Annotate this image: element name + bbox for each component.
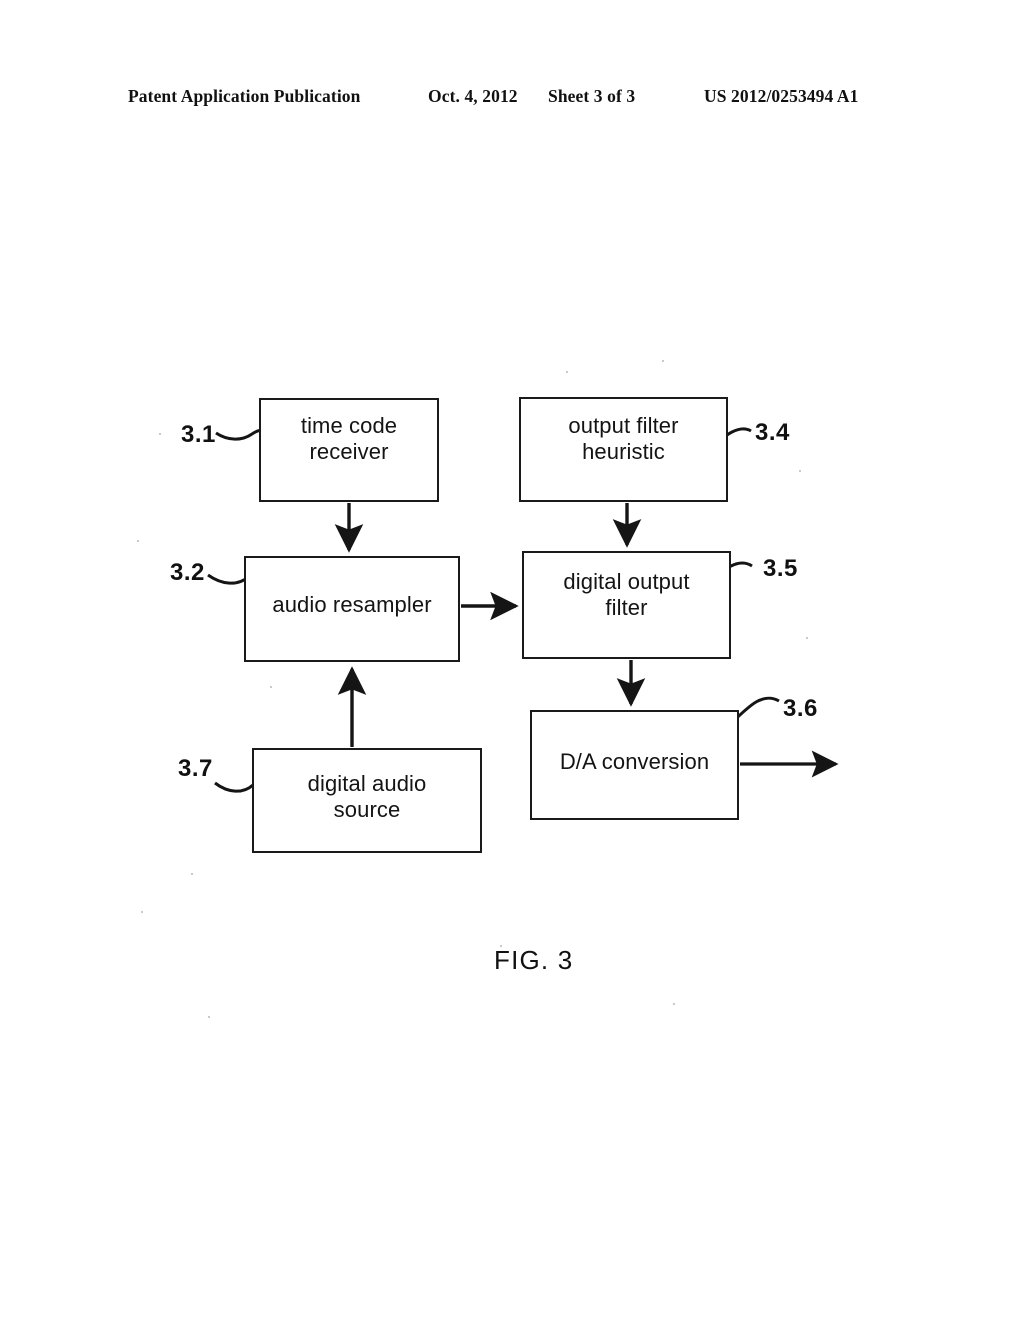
block-label-3-4: output filter heuristic bbox=[568, 412, 679, 464]
block-label-3-5: digital output filter bbox=[563, 569, 690, 620]
scan-speck bbox=[566, 371, 568, 373]
reference-number-3-7: 3.7 bbox=[178, 755, 213, 782]
block-label-3-2: audio resampler bbox=[272, 592, 432, 618]
reference-number-3-4: 3.4 bbox=[755, 419, 790, 446]
scan-speck bbox=[159, 433, 161, 435]
scan-speck bbox=[208, 1016, 210, 1018]
scan-speck bbox=[191, 873, 193, 875]
connector-lines bbox=[207, 412, 839, 800]
scan-speck bbox=[500, 945, 502, 947]
scan-speck bbox=[270, 686, 272, 688]
block-label-3-6: D/A conversion bbox=[559, 749, 710, 775]
reference-number-3-6: 3.6 bbox=[783, 695, 818, 722]
scan-speck bbox=[137, 540, 139, 542]
block-label-3-7: digital audio source bbox=[307, 770, 427, 822]
scan-speck bbox=[662, 360, 664, 362]
figure-caption: FIG. 3 bbox=[494, 945, 574, 975]
block-digital-audio-source[interactable]: digital audio source bbox=[252, 748, 482, 853]
reference-number-3-1: 3.1 bbox=[181, 421, 216, 448]
reference-number-3-2: 3.2 bbox=[170, 559, 205, 586]
block-da-conversion[interactable]: D/A conversion bbox=[530, 710, 739, 820]
scan-speck bbox=[799, 470, 801, 472]
reference-number-3-5: 3.5 bbox=[763, 555, 798, 582]
scan-speck bbox=[141, 911, 143, 913]
figure-3-block-diagram: time code receiver output filter heurist… bbox=[0, 0, 1024, 1320]
block-label-3-1: time code receiver bbox=[300, 413, 398, 464]
block-digital-output-filter[interactable]: digital output filter bbox=[522, 551, 731, 659]
scan-speck bbox=[673, 1003, 675, 1005]
block-time-code-receiver[interactable]: time code receiver bbox=[259, 398, 439, 502]
block-audio-resampler[interactable]: audio resampler bbox=[244, 556, 460, 662]
scan-speck bbox=[806, 637, 808, 639]
block-output-filter-heuristic[interactable]: output filter heuristic bbox=[519, 397, 728, 502]
